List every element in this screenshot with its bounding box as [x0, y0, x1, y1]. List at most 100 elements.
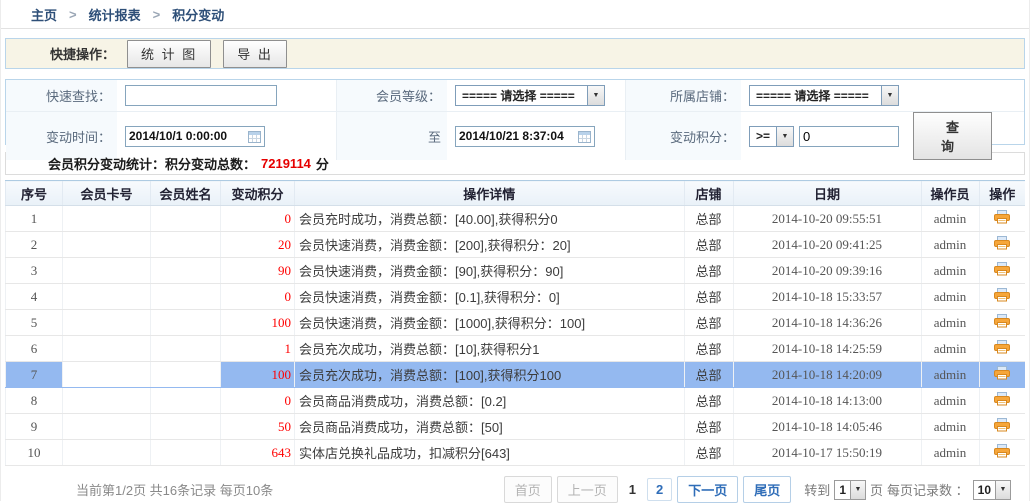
table-row[interactable]: 220会员快速消费，消费金额：[200],获得积分：20]总部2014-10-2… [6, 232, 1026, 258]
breadcrumb-separator: > [153, 7, 161, 22]
row-points-cell: 100 [221, 362, 295, 388]
print-icon[interactable] [994, 314, 1010, 328]
page-size-label: 每页记录数 ： [887, 480, 969, 499]
goto-page-select[interactable]: 1 ▼ [834, 480, 866, 500]
pagination-status: 当前第1/2页 共16条记录 每页10条 [76, 480, 273, 499]
table-row[interactable]: 10会员充时成功，消费总额：[40.00],获得积分0总部2014-10-20 … [6, 206, 1026, 232]
row-operator-cell: admin [921, 206, 979, 232]
table-row[interactable]: 40会员快速消费，消费金额：[0.1],获得积分：0]总部2014-10-18 … [6, 284, 1026, 310]
row-points-cell: 20 [221, 232, 295, 258]
row-operator-cell: admin [921, 388, 979, 414]
store-label: 所属店铺： [625, 80, 741, 111]
calendar-icon[interactable] [248, 130, 261, 143]
row-detail-cell: 会员充次成功，消费总额：[100],获得积分100 [295, 362, 685, 388]
row-name-cell [151, 336, 221, 362]
chevron-down-icon: ▼ [776, 127, 793, 146]
print-icon[interactable] [994, 418, 1010, 432]
row-date-cell: 2014-10-20 09:55:51 [733, 206, 921, 232]
prev-page-button[interactable]: 上一页 [557, 476, 618, 503]
print-icon[interactable] [994, 288, 1010, 302]
summary-total-points: 7219114 [256, 156, 316, 171]
row-store-cell: 总部 [684, 362, 733, 388]
row-action-cell [979, 440, 1025, 466]
page-number-link[interactable]: 2 [647, 478, 672, 501]
row-date-cell: 2014-10-18 14:36:26 [733, 310, 921, 336]
time-to-input[interactable]: 2014/10/21 8:37:04 [455, 126, 595, 147]
row-operator-cell: admin [921, 284, 979, 310]
row-card-cell [63, 362, 151, 388]
first-page-button[interactable]: 首页 [504, 476, 552, 503]
row-points-cell: 90 [221, 258, 295, 284]
store-selected: ===== 请选择 ===== [750, 86, 881, 105]
row-store-cell: 总部 [684, 440, 733, 466]
row-operator-cell: admin [921, 310, 979, 336]
table-row[interactable]: 950会员商品消费成功，消费总额：[50]总部2014-10-18 14:05:… [6, 414, 1026, 440]
row-date-cell: 2014-10-18 15:33:57 [733, 284, 921, 310]
store-select[interactable]: ===== 请选择 ===== ▼ [749, 85, 899, 106]
print-icon[interactable] [994, 366, 1010, 380]
points-operator-select[interactable]: >= ▼ [749, 126, 794, 147]
export-button[interactable]: 导 出 [223, 40, 287, 68]
chevron-down-icon: ▼ [881, 86, 898, 105]
row-card-cell [63, 310, 151, 336]
summary-unit: 分 [316, 154, 329, 173]
quick-actions-bar: 快捷操作： 统 计 图 导 出 [5, 38, 1025, 69]
print-icon[interactable] [994, 392, 1010, 406]
row-name-cell [151, 414, 221, 440]
table-row[interactable]: 80会员商品消费成功，消费总额：[0.2]总部2014-10-18 14:13:… [6, 388, 1026, 414]
breadcrumb-points-change: 积分变动 [172, 5, 224, 24]
row-date-cell: 2014-10-17 15:50:19 [733, 440, 921, 466]
calendar-icon[interactable] [578, 130, 591, 143]
member-level-select[interactable]: ===== 请选择 ===== ▼ [455, 85, 605, 106]
header-store: 店铺 [684, 181, 733, 206]
row-card-cell [63, 388, 151, 414]
time-from-input[interactable]: 2014/10/1 0:00:00 [125, 126, 265, 147]
row-operator-cell: admin [921, 232, 979, 258]
points-value-input[interactable] [799, 126, 899, 147]
breadcrumb: 主页 > 统计报表 > 积分变动 [1, 0, 1029, 29]
print-icon[interactable] [994, 340, 1010, 354]
points-change-label: 变动积分： [625, 112, 741, 160]
table-row[interactable]: 61会员充次成功，消费总额：[10],获得积分1总部2014-10-18 14:… [6, 336, 1026, 362]
page-size-value: 10 [974, 481, 995, 499]
search-button[interactable]: 查 询 [913, 112, 992, 160]
page-size-select[interactable]: 10 ▼ [973, 480, 1011, 500]
print-icon[interactable] [994, 236, 1010, 250]
table-row[interactable]: 5100会员快速消费，消费金额：[1000],获得积分：100]总部2014-1… [6, 310, 1026, 336]
header-date: 日期 [733, 181, 921, 206]
row-name-cell [151, 310, 221, 336]
table-row[interactable]: 10643实体店兑换礼品成功，扣减积分[643]总部2014-10-17 15:… [6, 440, 1026, 466]
table-row[interactable]: 7100会员充次成功，消费总额：[100],获得积分100总部2014-10-1… [6, 362, 1026, 388]
row-store-cell: 总部 [684, 232, 733, 258]
row-name-cell [151, 440, 221, 466]
row-detail-cell: 会员充次成功，消费总额：[10],获得积分1 [295, 336, 685, 362]
row-points-cell: 1 [221, 336, 295, 362]
row-date-cell: 2014-10-18 14:13:00 [733, 388, 921, 414]
row-detail-cell: 会员商品消费成功，消费总额：[0.2] [295, 388, 685, 414]
row-name-cell [151, 362, 221, 388]
header-name: 会员姓名 [151, 181, 221, 206]
quick-find-input[interactable] [125, 85, 277, 106]
last-page-button[interactable]: 尾页 [743, 476, 791, 503]
chart-button[interactable]: 统 计 图 [127, 40, 211, 68]
row-detail-cell: 会员快速消费，消费金额：[200],获得积分：20] [295, 232, 685, 258]
breadcrumb-reports[interactable]: 统计报表 [89, 5, 141, 24]
row-action-cell [979, 388, 1025, 414]
time-range-label: 变动时间： [6, 112, 117, 160]
points-operator-value: >= [750, 127, 776, 146]
row-seq-cell: 3 [6, 258, 63, 284]
print-icon[interactable] [994, 210, 1010, 224]
table-row[interactable]: 390会员快速消费，消费金额：[90],获得积分：90]总部2014-10-20… [6, 258, 1026, 284]
row-card-cell [63, 284, 151, 310]
print-icon[interactable] [994, 444, 1010, 458]
quick-actions-label: 快捷操作： [50, 44, 115, 63]
print-icon[interactable] [994, 262, 1010, 276]
time-to-value: 2014/10/21 8:37:04 [459, 129, 564, 143]
next-page-button[interactable]: 下一页 [677, 476, 738, 503]
row-card-cell [63, 336, 151, 362]
breadcrumb-home[interactable]: 主页 [31, 5, 57, 24]
header-seq: 序号 [6, 181, 63, 206]
row-name-cell [151, 388, 221, 414]
row-seq-cell: 9 [6, 414, 63, 440]
row-detail-cell: 会员商品消费成功，消费总额：[50] [295, 414, 685, 440]
